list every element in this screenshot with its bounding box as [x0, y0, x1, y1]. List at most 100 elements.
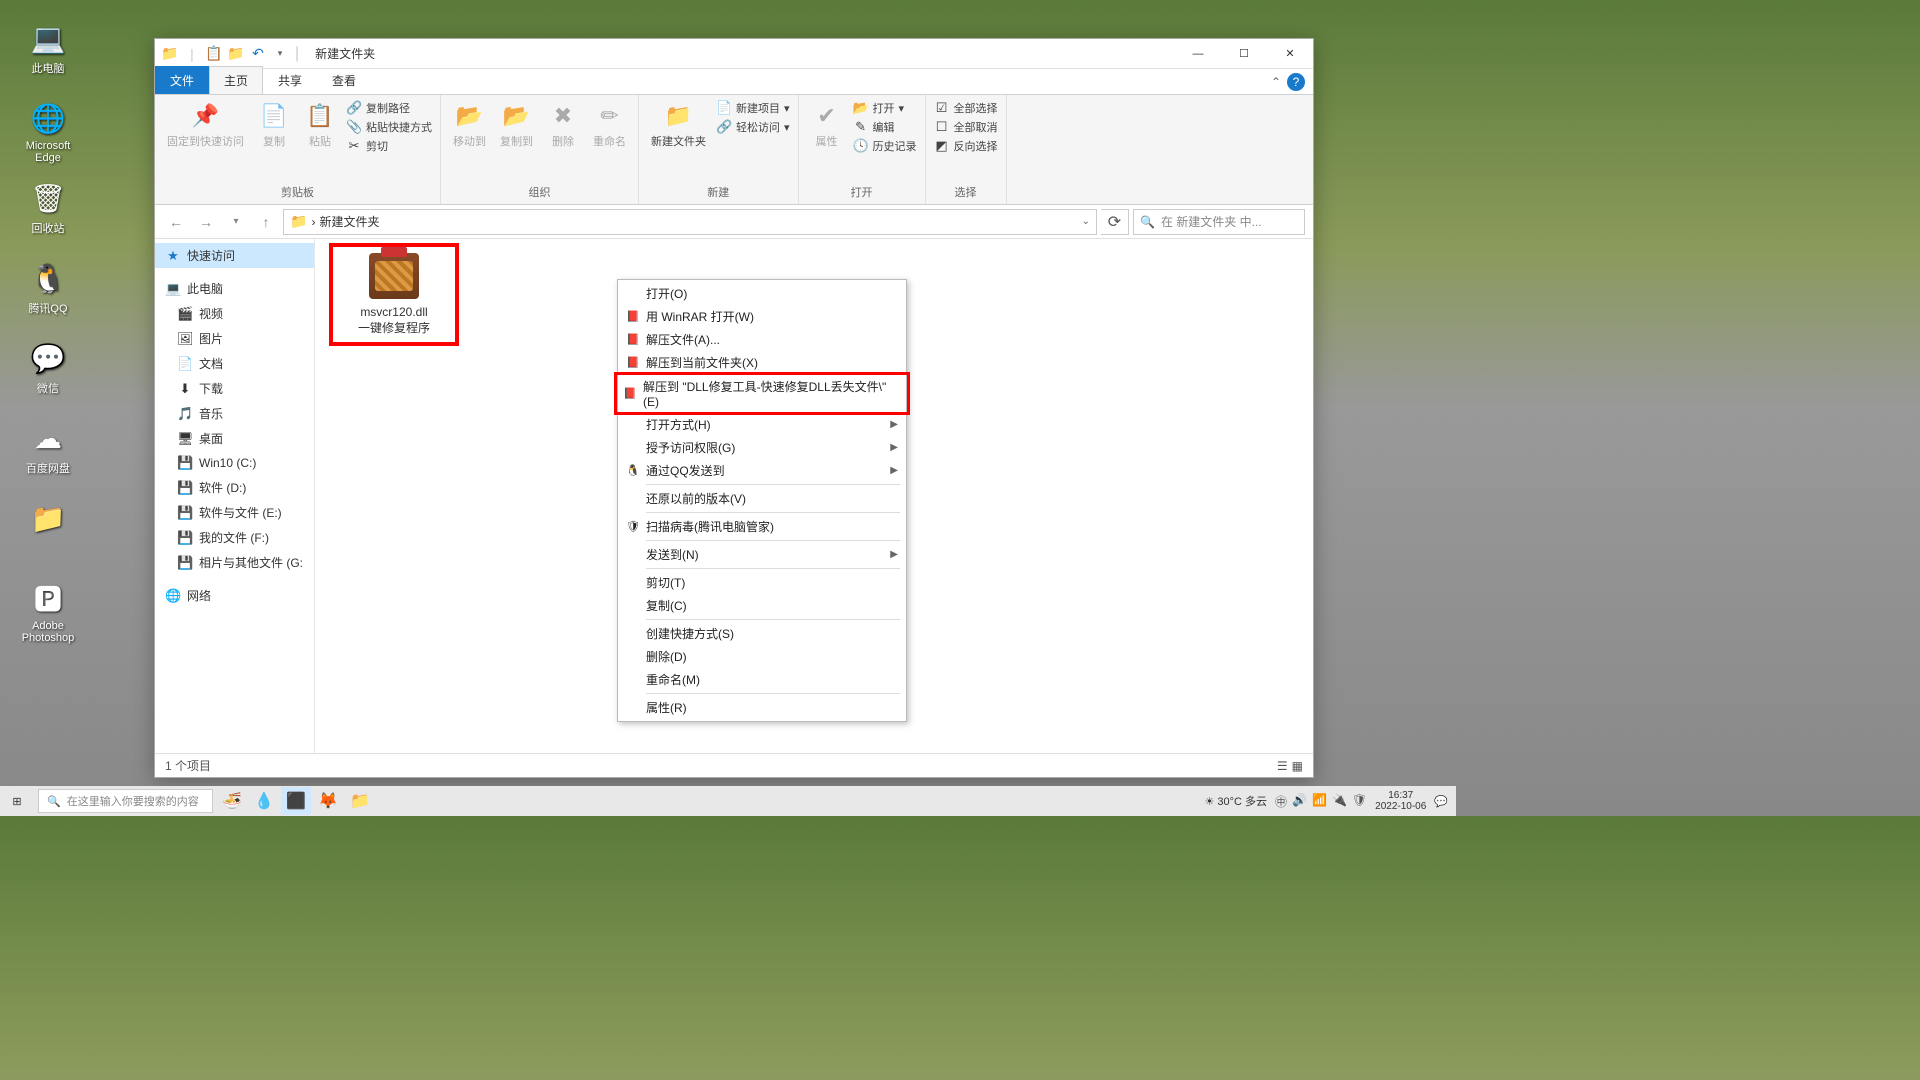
desktop-icon[interactable]: 🗑回收站	[18, 178, 78, 236]
sidebar-item[interactable]: 💾软件 (D:)	[155, 475, 314, 500]
edit-button[interactable]: ✎编辑	[853, 118, 917, 136]
context-menu-item[interactable]: 打开方式(H)▶	[620, 413, 904, 436]
moveto-button[interactable]: 📂移动到	[449, 99, 490, 151]
context-menu-item[interactable]: 🐧通过QQ发送到▶	[620, 459, 904, 482]
sidebar-thispc[interactable]: 💻此电脑	[155, 276, 314, 301]
sidebar-item[interactable]: 🖥桌面	[155, 426, 314, 451]
maximize-button[interactable]: ☐	[1221, 39, 1267, 69]
view-large-icon[interactable]: ▦	[1292, 759, 1303, 773]
context-menu-item[interactable]: 创建快捷方式(S)	[620, 622, 904, 645]
properties-qat-icon[interactable]: 📋	[205, 45, 223, 63]
close-button[interactable]: ✕	[1267, 39, 1313, 69]
pasteshortcut-button[interactable]: 📎粘贴快捷方式	[346, 118, 432, 136]
notification-icon[interactable]: 💬	[1434, 795, 1448, 808]
rename-button[interactable]: ✏重命名	[589, 99, 630, 151]
desktop-icon[interactable]: 📁	[18, 498, 78, 540]
file-list[interactable]: msvcr120.dll 一键修复程序 打开(O)📕用 WinRAR 打开(W)…	[315, 239, 1313, 753]
titlebar[interactable]: 📁 | 📋 📁 ↶ ▾ | 新建文件夹 — ☐ ✕	[155, 39, 1313, 69]
easyaccess-button[interactable]: 🔗轻松访问 ▾	[716, 118, 790, 136]
recent-dropdown[interactable]: ▾	[223, 209, 249, 235]
sidebar-item[interactable]: 🎬视频	[155, 301, 314, 326]
sidebar-item[interactable]: 💾我的文件 (F:)	[155, 525, 314, 550]
context-menu-item[interactable]: 复制(C)	[620, 594, 904, 617]
context-menu-item[interactable]: 打开(O)	[620, 282, 904, 305]
taskbar-app-1[interactable]: 🍜	[217, 787, 247, 815]
sidebar-item[interactable]: 💾相片与其他文件 (G:	[155, 550, 314, 575]
desktop-icon[interactable]: ☁百度网盘	[18, 418, 78, 476]
taskbar-app-3[interactable]: ⬛	[281, 787, 311, 815]
context-menu-item[interactable]: 剪切(T)	[620, 571, 904, 594]
history-button[interactable]: 🕓历史记录	[853, 137, 917, 155]
start-button[interactable]: ⊞	[0, 786, 34, 816]
sidebar-item[interactable]: 🖼图片	[155, 326, 314, 351]
tray-icon-volume[interactable]: 🔊	[1292, 793, 1307, 810]
sidebar-item[interactable]: ⬇下载	[155, 376, 314, 401]
qat-dropdown-icon[interactable]: ▾	[271, 45, 289, 63]
selectnone-button[interactable]: ☐全部取消	[934, 118, 998, 136]
context-menu-item[interactable]: 重命名(M)	[620, 668, 904, 691]
tray-icon-ime[interactable]: ㊥	[1275, 793, 1287, 810]
view-details-icon[interactable]: ☰	[1277, 759, 1288, 773]
context-menu-item[interactable]: 属性(R)	[620, 696, 904, 719]
context-menu-item[interactable]: 📕解压到当前文件夹(X)	[620, 351, 904, 374]
copyto-button[interactable]: 📂复制到	[496, 99, 537, 151]
tab-file[interactable]: 文件	[155, 66, 209, 94]
context-menu-item[interactable]: 删除(D)	[620, 645, 904, 668]
sidebar-item[interactable]: 📄文档	[155, 351, 314, 376]
taskbar-clock[interactable]: 16:37 2022-10-06	[1375, 790, 1426, 812]
breadcrumb[interactable]: 📁 › 新建文件夹 ⌄	[283, 209, 1097, 235]
context-menu-item[interactable]: 还原以前的版本(V)	[620, 487, 904, 510]
undo-qat-icon[interactable]: ↶	[249, 45, 267, 63]
chevron-down-icon[interactable]: ⌄	[1082, 216, 1090, 227]
refresh-button[interactable]: ⟳	[1101, 209, 1129, 235]
desktop-icon[interactable]: 🅿Adobe Photoshop	[18, 578, 78, 644]
search-box[interactable]: 🔍 在 新建文件夹 中...	[1133, 209, 1305, 235]
paste-button[interactable]: 📋粘贴	[300, 99, 340, 151]
minimize-button[interactable]: —	[1175, 39, 1221, 69]
tray-icon-power[interactable]: 🔌	[1332, 793, 1347, 810]
taskbar-app-5[interactable]: 📁	[345, 787, 375, 815]
properties-button[interactable]: ✔属性	[807, 99, 847, 151]
tab-view[interactable]: 查看	[317, 66, 371, 94]
delete-button[interactable]: ✖删除	[543, 99, 583, 151]
context-menu-item[interactable]: 发送到(N)▶	[620, 543, 904, 566]
selectall-button[interactable]: ☑全部选择	[934, 99, 998, 117]
newitem-button[interactable]: 📄新建项目 ▾	[716, 99, 790, 117]
pin-button[interactable]: 📌固定到快速访问	[163, 99, 248, 151]
taskbar-app-2[interactable]: 💧	[249, 787, 279, 815]
up-button[interactable]: ↑	[253, 209, 279, 235]
back-button[interactable]: ←	[163, 209, 189, 235]
open-button[interactable]: 📂打开 ▾	[853, 99, 917, 117]
tray-icon-network[interactable]: 📶	[1312, 793, 1327, 810]
newfolder-qat-icon[interactable]: 📁	[227, 45, 245, 63]
context-menu-item[interactable]: 🛡扫描病毒(腾讯电脑管家)	[620, 515, 904, 538]
collapse-ribbon-icon[interactable]: ⌃	[1271, 75, 1281, 89]
copy-button[interactable]: 📄复制	[254, 99, 294, 151]
desktop-icon[interactable]: 🌐Microsoft Edge	[18, 98, 78, 164]
cut-button[interactable]: ✂剪切	[346, 137, 432, 155]
tray-icon-security[interactable]: 🛡	[1352, 793, 1367, 810]
weather-widget[interactable]: ☀ 30°C 多云	[1204, 793, 1267, 809]
desktop-icon[interactable]: 💬微信	[18, 338, 78, 396]
newfolder-button[interactable]: 📁新建文件夹	[647, 99, 710, 151]
sidebar-item[interactable]: 💾Win10 (C:)	[155, 451, 314, 475]
invertselect-button[interactable]: ◩反向选择	[934, 137, 998, 155]
desktop-icon[interactable]: 💻此电脑	[18, 18, 78, 76]
taskbar-app-4[interactable]: 🦊	[313, 787, 343, 815]
file-item[interactable]: msvcr120.dll 一键修复程序	[329, 243, 459, 346]
sidebar-item[interactable]: 💾软件与文件 (E:)	[155, 500, 314, 525]
taskbar-search[interactable]: 🔍在这里输入你要搜索的内容	[38, 789, 213, 813]
desktop-icon[interactable]: 🐧腾讯QQ	[18, 258, 78, 316]
tab-share[interactable]: 共享	[263, 66, 317, 94]
context-menu-item[interactable]: 📕解压文件(A)...	[620, 328, 904, 351]
tray[interactable]: ㊥ 🔊 📶 🔌 🛡	[1275, 793, 1367, 810]
context-menu-item[interactable]: 📕解压到 "DLL修复工具-快速修复DLL丢失文件\"(E)	[614, 372, 910, 415]
context-menu-item[interactable]: 📕用 WinRAR 打开(W)	[620, 305, 904, 328]
forward-button[interactable]: →	[193, 209, 219, 235]
sidebar-network[interactable]: 🌐网络	[155, 583, 314, 608]
help-icon[interactable]: ?	[1287, 73, 1305, 91]
breadcrumb-path[interactable]: 新建文件夹	[319, 213, 379, 230]
sidebar-quickaccess[interactable]: ★快速访问	[155, 243, 314, 268]
tab-home[interactable]: 主页	[209, 66, 263, 94]
copypath-button[interactable]: 🔗复制路径	[346, 99, 432, 117]
